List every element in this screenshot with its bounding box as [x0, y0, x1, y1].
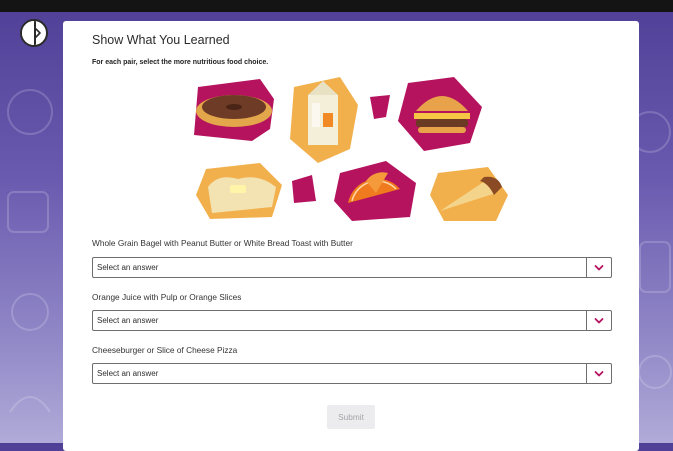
toast-image — [196, 163, 282, 219]
select-toggle[interactable] — [586, 311, 611, 330]
bagel-image — [194, 79, 274, 141]
question-1-select[interactable]: Select an answer — [92, 257, 612, 278]
chevron-down-icon — [594, 317, 604, 323]
nav-toggle-button[interactable] — [20, 19, 48, 47]
chevron-right-icon — [35, 28, 41, 38]
question-1-selected-value: Select an answer — [97, 263, 159, 272]
question-3-label: Cheeseburger or Slice of Cheese Pizza — [92, 345, 238, 355]
select-toggle[interactable] — [586, 258, 611, 277]
pizza-image — [430, 167, 508, 221]
decorative-shape — [370, 95, 390, 119]
cheeseburger-image — [398, 77, 482, 151]
food-illustration — [194, 77, 508, 221]
orange-slices-image — [334, 161, 416, 221]
chevron-down-icon — [594, 370, 604, 376]
question-1-label: Whole Grain Bagel with Peanut Butter or … — [92, 238, 353, 248]
instructions-text: For each pair, select the more nutritiou… — [92, 59, 269, 66]
select-toggle[interactable] — [586, 364, 611, 383]
question-2-select[interactable]: Select an answer — [92, 310, 612, 331]
submit-button[interactable]: Submit — [327, 405, 375, 429]
chevron-down-icon — [594, 264, 604, 270]
question-3-select[interactable]: Select an answer — [92, 363, 612, 384]
orange-juice-image — [290, 77, 358, 163]
question-3-selected-value: Select an answer — [97, 369, 159, 378]
lesson-card: Show What You Learned For each pair, sel… — [63, 21, 639, 451]
question-2-label: Orange Juice with Pulp or Orange Slices — [92, 292, 242, 302]
window-top-bar — [0, 0, 673, 12]
decorative-shape — [292, 175, 316, 203]
question-2-selected-value: Select an answer — [97, 316, 159, 325]
page-title: Show What You Learned — [92, 33, 230, 47]
